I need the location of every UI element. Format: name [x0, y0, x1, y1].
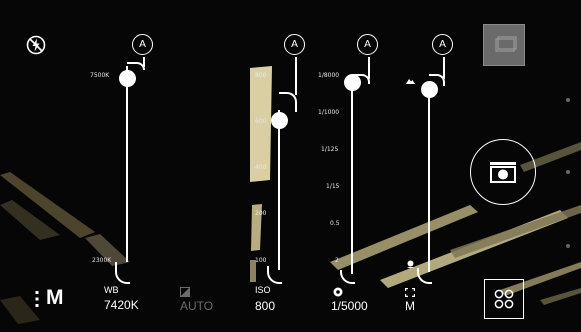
shutter-tick: 1/1000: [318, 109, 340, 116]
iso-tick: 800: [255, 72, 267, 79]
iso-slider-handle[interactable]: [271, 112, 288, 129]
focus-auto-label: A: [439, 39, 446, 50]
flash-off-icon[interactable]: [26, 35, 46, 55]
aperture-icon: [333, 284, 343, 297]
iso-slider-track[interactable]: [278, 110, 280, 270]
edge-dot: [566, 98, 570, 102]
flower-icon: [406, 256, 415, 269]
shutter-slider-handle[interactable]: [344, 74, 361, 91]
camera-icon: [489, 161, 517, 183]
more-vertical-icon[interactable]: [35, 290, 39, 308]
iso-tick: 600: [255, 118, 267, 125]
wb-auto-label: A: [139, 39, 146, 50]
shutter-slider-track[interactable]: [351, 80, 353, 274]
grid-modes-icon: [494, 289, 514, 309]
shutter-auto-label: A: [364, 39, 371, 50]
gallery-thumbnail-icon[interactable]: [483, 24, 525, 66]
shutter-auto-button[interactable]: A: [357, 34, 378, 55]
shutter-tick: 2: [335, 257, 339, 264]
exposure-icon: [180, 284, 190, 297]
iso-auto-button[interactable]: A: [284, 34, 305, 55]
grid-modes-button[interactable]: [484, 279, 524, 319]
wb-label: WB: [104, 285, 119, 295]
camera-viewfinder: A 7500K 2300K WB 7420K AUTO A 800 600 40…: [0, 0, 581, 332]
edge-dot: [566, 244, 570, 248]
wb-slider-handle[interactable]: [119, 70, 136, 87]
iso-auto-label: A: [291, 39, 298, 50]
mode-label[interactable]: M: [46, 286, 64, 310]
focus-track-top: [443, 57, 445, 79]
wb-auto-button[interactable]: A: [132, 34, 153, 55]
shutter-tick: 1/15: [326, 183, 340, 190]
iso-tick: 400: [255, 164, 267, 171]
wb-track-joint: [127, 62, 145, 70]
shutter-value[interactable]: 1/5000: [331, 299, 368, 313]
iso-label: ISO: [255, 285, 271, 295]
iso-tick: 100: [255, 257, 267, 264]
focus-frame-icon: [405, 284, 415, 297]
focus-auto-button[interactable]: A: [432, 34, 453, 55]
mountain-icon: [406, 71, 415, 84]
focus-value[interactable]: M: [405, 299, 415, 313]
iso-track-joint: [279, 92, 297, 112]
focus-slider-track[interactable]: [428, 82, 430, 272]
shutter-track-top: [368, 57, 370, 79]
iso-value[interactable]: 800: [255, 299, 275, 313]
iso-tick: 200: [255, 210, 267, 217]
wb-slider-track[interactable]: [126, 66, 128, 262]
wb-value[interactable]: 7420K: [104, 298, 139, 312]
exposure-value[interactable]: AUTO: [180, 299, 213, 313]
edge-dot: [566, 170, 570, 174]
shutter-tick: 0.5: [330, 220, 340, 227]
shutter-button[interactable]: [470, 139, 536, 205]
focus-slider-handle[interactable]: [421, 81, 438, 98]
wb-tick-top: 7500K: [90, 72, 110, 79]
shutter-tick: 1/125: [321, 146, 339, 153]
shutter-tick: 1/8000: [318, 72, 340, 79]
wb-tick-bottom: 2300K: [92, 257, 112, 264]
iso-track-top: [295, 57, 297, 95]
